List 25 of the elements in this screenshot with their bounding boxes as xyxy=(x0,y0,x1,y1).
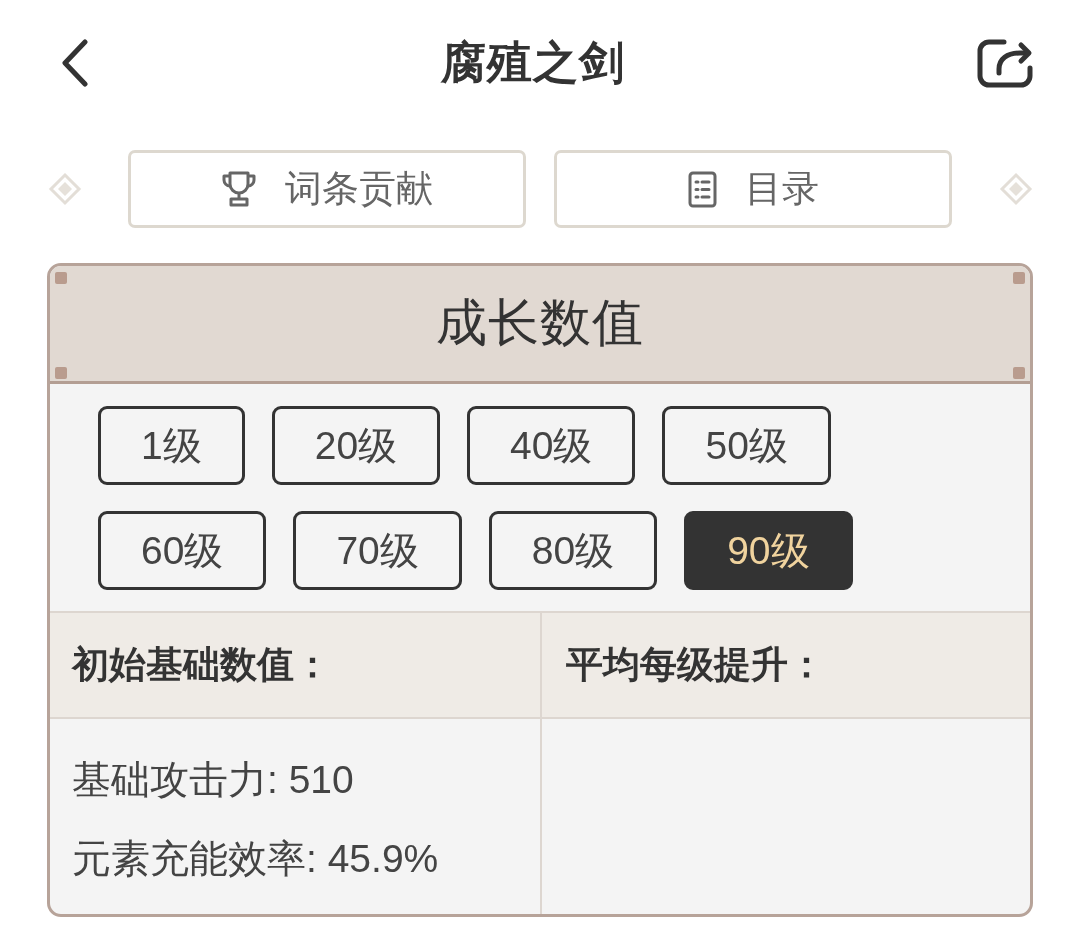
stat-text: 元素充能效率: 45.9% xyxy=(72,836,440,882)
level-button[interactable]: 50级 xyxy=(662,406,831,485)
corner-mark-icon xyxy=(1013,272,1025,284)
level-button[interactable]: 20级 xyxy=(271,406,441,485)
document-list-icon xyxy=(687,170,717,208)
stat-text: 基础攻击力: 510 xyxy=(72,757,355,803)
level-button[interactable]: 1级 xyxy=(98,406,245,485)
level-button[interactable]: 80级 xyxy=(488,511,658,590)
corner-mark-icon xyxy=(55,367,67,379)
corner-mark-icon xyxy=(55,272,67,284)
page-title: 腐殖之剑 xyxy=(441,35,625,90)
nav-button[interactable]: 词条贡献 xyxy=(128,150,526,228)
diamond-icon xyxy=(999,172,1033,206)
level-button[interactable]: 90级 xyxy=(684,511,853,590)
back-icon[interactable] xyxy=(60,38,90,87)
trophy-icon xyxy=(221,170,257,208)
level-button[interactable]: 40级 xyxy=(467,406,636,485)
table-header-cell: 初始基础数值： xyxy=(50,613,540,719)
section-title: 成长数值 xyxy=(436,293,644,353)
level-button[interactable]: 70级 xyxy=(293,511,462,590)
corner-mark-icon xyxy=(1013,367,1025,379)
diamond-icon xyxy=(48,172,82,206)
table-header-cell: 平均每级提升： xyxy=(540,613,1030,719)
nav-button[interactable]: 目录 xyxy=(554,150,952,228)
level-button[interactable]: 60级 xyxy=(98,511,267,590)
